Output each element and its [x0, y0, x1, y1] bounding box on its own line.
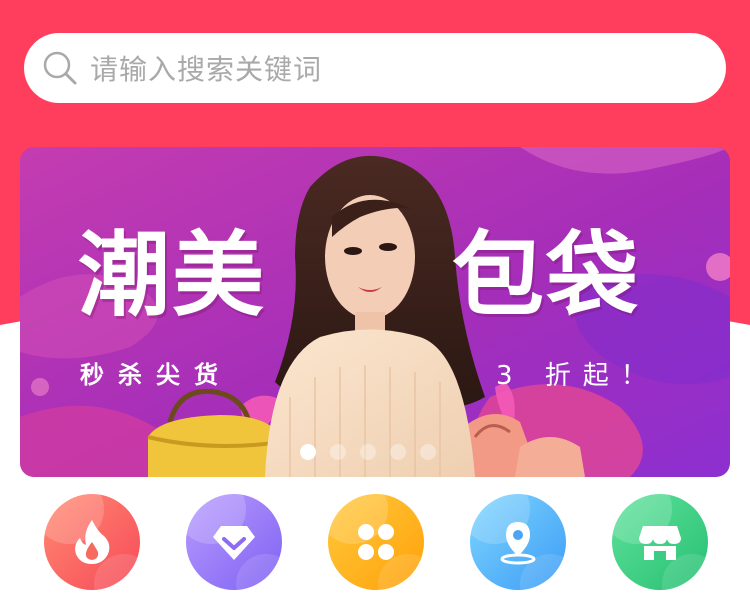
- promo-banner[interactable]: 潮美 包袋 秒杀尖货 3 折起！: [20, 147, 730, 477]
- banner-title-left: 潮美: [78, 221, 267, 329]
- carousel-dot[interactable]: [390, 444, 406, 460]
- category-vip-button[interactable]: [186, 494, 282, 590]
- carousel-dot[interactable]: [360, 444, 376, 460]
- banner-title-right: 包袋: [452, 221, 641, 329]
- category-nearby-button[interactable]: [470, 494, 566, 590]
- search-icon: [43, 51, 77, 85]
- carousel-dot[interactable]: [420, 444, 436, 460]
- category-hot-button[interactable]: [44, 494, 140, 590]
- banner-subtitle-left: 秒杀尖货: [80, 361, 232, 389]
- search-placeholder: 请输入搜索关键词: [90, 53, 323, 86]
- store-icon: [639, 526, 681, 560]
- category-nav: [0, 494, 750, 590]
- carousel-dot[interactable]: [300, 444, 316, 460]
- location-icon: [500, 522, 536, 565]
- banner-subtitle-right: 3 折起！: [496, 361, 659, 391]
- search-bar[interactable]: 请输入搜索关键词: [24, 33, 726, 103]
- carousel-indicators: [300, 444, 436, 460]
- fire-icon: [75, 520, 110, 564]
- grid-icon: [358, 524, 394, 560]
- category-store-button[interactable]: [612, 494, 708, 590]
- carousel-dot[interactable]: [330, 444, 346, 460]
- diamond-icon: [213, 526, 255, 560]
- category-all-button[interactable]: [328, 494, 424, 590]
